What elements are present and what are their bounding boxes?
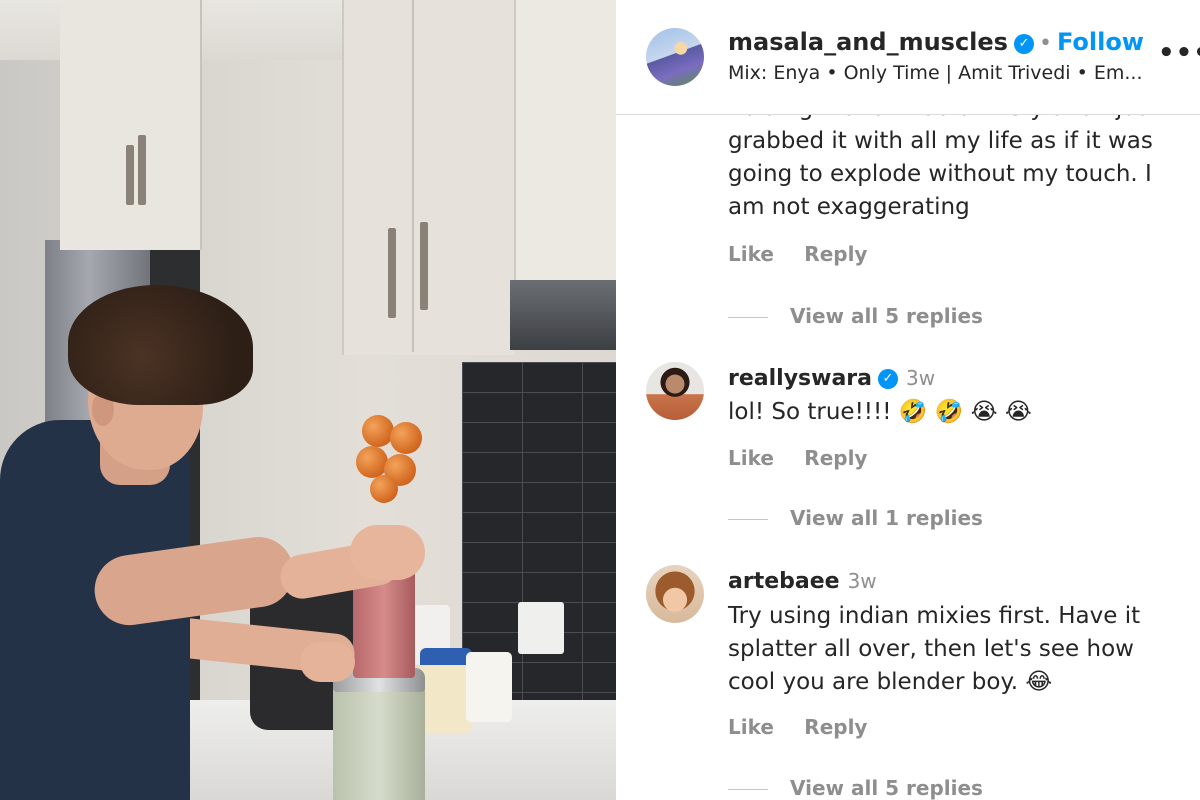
reply-comment-button[interactable]: Reply: [804, 242, 867, 266]
comment-username[interactable]: reallyswara: [728, 366, 872, 391]
follow-button[interactable]: Follow: [1057, 28, 1144, 56]
more-options-icon[interactable]: •••: [1158, 38, 1200, 68]
view-replies-button[interactable]: View all 1 replies: [728, 506, 983, 536]
reply-comment-button[interactable]: Reply: [804, 446, 867, 470]
orange-net-bag: [352, 380, 432, 505]
post-video[interactable]: [0, 0, 616, 800]
upper-cabinet-middle: [342, 0, 514, 355]
comment-actions: Like Reply: [728, 242, 891, 266]
upper-cabinet-right: [514, 0, 616, 290]
post-header: masala_and_muscles ✓ • Follow Mix: Enya • O…: [616, 0, 1200, 115]
comment-avatar[interactable]: [646, 565, 704, 623]
view-replies-label: View all 5 replies: [790, 776, 983, 800]
like-comment-button[interactable]: Like: [728, 242, 774, 266]
cabinet-handle: [420, 222, 428, 310]
comment-header: reallyswara ✓ 3w: [728, 366, 935, 391]
cabinet-handle: [138, 135, 146, 205]
jar: [466, 652, 512, 722]
range-hood: [510, 280, 616, 350]
replies-divider-line: [728, 317, 768, 318]
upper-cabinet-left: [60, 0, 202, 250]
verified-badge-icon: ✓: [1013, 33, 1034, 54]
cabinet-divider: [412, 0, 414, 352]
cabinet-handle: [126, 145, 134, 205]
comment-actions: Like Reply: [728, 446, 891, 470]
comment-time[interactable]: 3w: [906, 366, 935, 390]
like-comment-button[interactable]: Like: [728, 715, 774, 739]
author-avatar[interactable]: [646, 28, 704, 86]
comments-list[interactable]: holding it and I had anxiety and I just …: [616, 0, 1200, 800]
comment-text: Try using indian mixies first. Have it s…: [728, 603, 1141, 695]
comment-actions: Like Reply: [728, 715, 891, 739]
comment-avatar[interactable]: [646, 362, 704, 420]
view-replies-label: View all 5 replies: [790, 304, 983, 328]
comment-time[interactable]: 3w: [848, 569, 877, 593]
comment-header: artebaee 3w: [728, 569, 877, 594]
replies-divider-line: [728, 789, 768, 790]
reply-comment-button[interactable]: Reply: [804, 715, 867, 739]
post-side-panel: holding it and I had anxiety and I just …: [616, 0, 1200, 800]
audio-attribution[interactable]: Mix: Enya • Only Time | Amit Trivedi • E…: [728, 62, 1148, 84]
verified-badge-icon: ✓: [878, 368, 898, 389]
mayo-jar: [420, 648, 472, 733]
person-hand: [300, 642, 355, 682]
view-replies-button[interactable]: View all 5 replies: [728, 304, 983, 334]
comment-username[interactable]: artebaee: [728, 569, 840, 594]
person-hair: [68, 285, 253, 405]
view-replies-label: View all 1 replies: [790, 506, 983, 530]
separator-dot: •: [1038, 31, 1052, 56]
power-outlet: [518, 602, 564, 654]
author-username[interactable]: masala_and_muscles: [728, 28, 1008, 56]
person-hand: [350, 525, 425, 580]
comment-text: lol! So true!!!! 🤣 🤣 😭 😭: [728, 399, 1032, 425]
view-replies-button[interactable]: View all 5 replies: [728, 776, 983, 800]
cabinet-handle: [388, 228, 396, 318]
replies-divider-line: [728, 519, 768, 520]
like-comment-button[interactable]: Like: [728, 446, 774, 470]
author-line: masala_and_muscles ✓ • Follow: [728, 28, 1144, 56]
